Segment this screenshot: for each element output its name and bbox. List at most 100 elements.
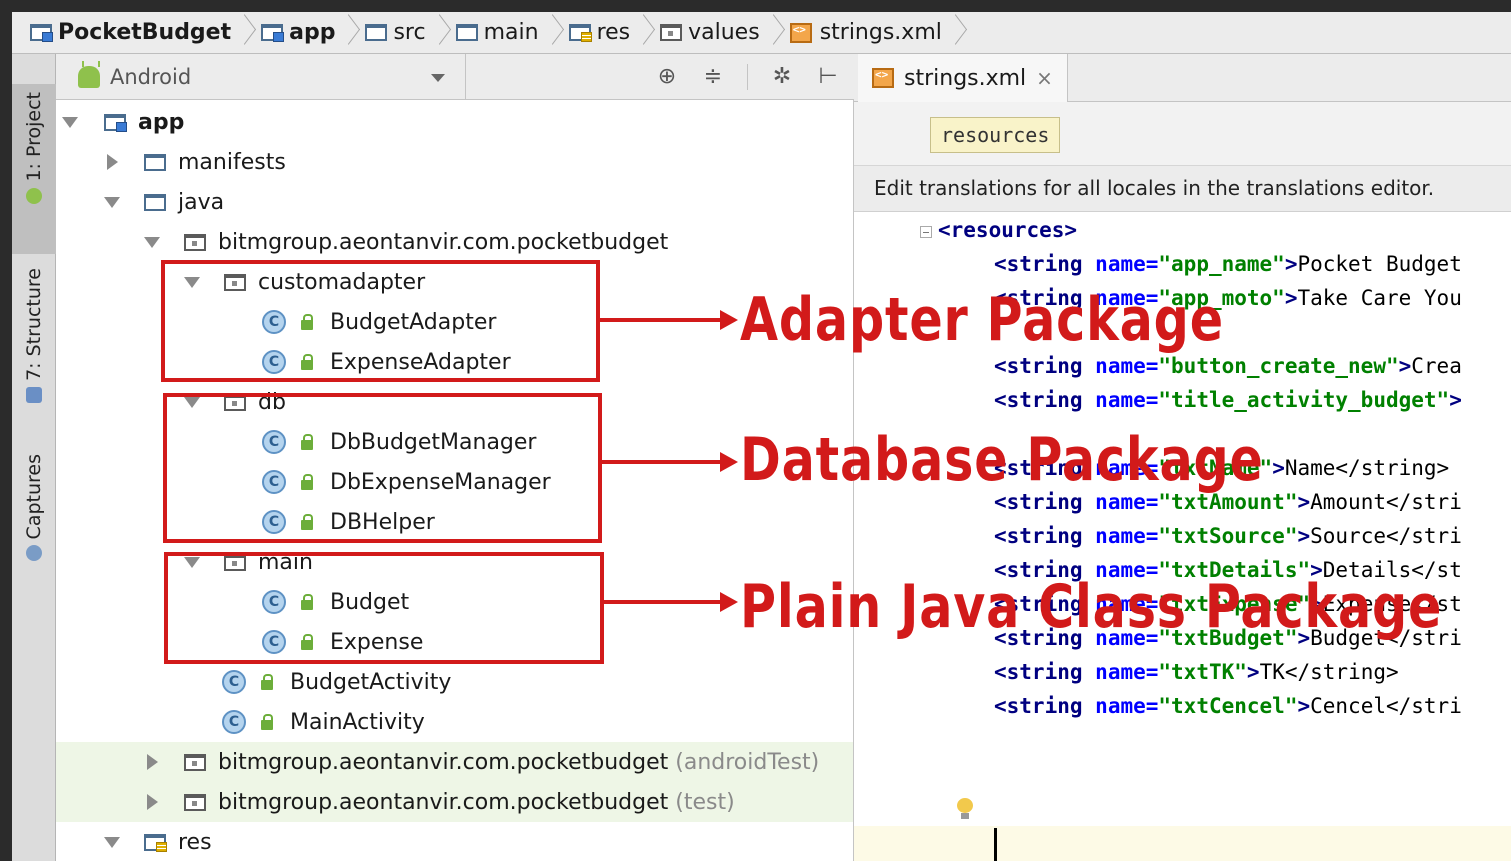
breadcrumb-label: src xyxy=(393,20,426,45)
project-view-select[interactable]: Android xyxy=(56,53,466,100)
notice-text: Edit translations for all locales in the… xyxy=(874,176,1435,200)
breadcrumb-label: values xyxy=(688,20,760,45)
expand-arrow-icon[interactable] xyxy=(104,834,120,850)
android-icon xyxy=(78,60,100,88)
tree-node-androidtest-package[interactable]: bitmgroup.aeontanvir.com.pocketbudget (a… xyxy=(56,742,853,782)
breadcrumb-res[interactable]: res xyxy=(568,12,639,53)
close-icon[interactable]: × xyxy=(1036,66,1053,90)
tree-node-java[interactable]: java xyxy=(56,182,853,222)
plain-java-package-label: Plain Java Class Package xyxy=(740,572,1443,642)
tab-project[interactable]: 1: Project xyxy=(12,84,56,254)
expand-arrow-icon[interactable] xyxy=(144,234,160,250)
code-line: <string name="button_create_new">Crea xyxy=(994,354,1462,378)
tab-strings-xml[interactable]: strings.xml × xyxy=(858,54,1068,102)
current-line-highlight xyxy=(854,826,1511,861)
xml-attribute: name= xyxy=(1095,252,1159,276)
xml-tag: > xyxy=(1272,456,1285,480)
xml-text: TK</string> xyxy=(1259,660,1399,684)
tree-node-label: bitmgroup.aeontanvir.com.pocketbudget (a… xyxy=(218,750,819,775)
code-line: <string name="txtTK">TK</string> xyxy=(994,660,1399,684)
tree-node-label: bitmgroup.aeontanvir.com.pocketbudget xyxy=(218,229,669,255)
collapse-all-icon[interactable]: ≑ xyxy=(701,64,725,89)
tab-structure-label: 7: Structure xyxy=(23,268,45,381)
xml-text: Crea xyxy=(1411,354,1462,378)
breadcrumb-label: PocketBudget xyxy=(58,20,232,45)
project-view-label: Android xyxy=(110,64,192,89)
breadcrumb-app[interactable]: app xyxy=(261,12,343,53)
tree-node-label: manifests xyxy=(178,149,286,175)
xml-attribute: name= xyxy=(1095,660,1159,684)
fold-toggle-icon[interactable] xyxy=(920,226,932,238)
breadcrumb-main[interactable]: main xyxy=(455,12,547,53)
xml-text: Source</stri xyxy=(1310,524,1462,548)
folder-icon xyxy=(365,24,388,41)
lock-icon xyxy=(260,673,274,691)
tree-node-label: res xyxy=(178,829,212,855)
navigation-bar: PocketBudget app src main res values str… xyxy=(12,12,1511,54)
class-icon: C xyxy=(222,710,246,734)
text-caret xyxy=(994,828,997,861)
tree-node-res[interactable]: res xyxy=(56,822,853,861)
window-frame-top xyxy=(0,0,1511,12)
tree-node-budgetactivity[interactable]: C BudgetActivity xyxy=(56,662,853,702)
xml-attribute: name= xyxy=(1095,354,1159,378)
folder-icon xyxy=(144,153,166,171)
hide-panel-icon[interactable]: ⊢ xyxy=(816,64,840,89)
tree-node-manifests[interactable]: manifests xyxy=(56,142,853,182)
editor-breadcrumb-bar: resources xyxy=(854,102,1511,166)
tab-structure[interactable]: 7: Structure xyxy=(12,262,56,412)
adapter-arrow xyxy=(600,310,738,330)
package-name: bitmgroup.aeontanvir.com.pocketbudget xyxy=(218,749,669,775)
tab-captures[interactable]: Captures xyxy=(12,450,56,570)
xml-tag: <resources> xyxy=(938,218,1078,242)
package-icon xyxy=(184,753,206,771)
xml-attribute-value: "txtCencel" xyxy=(1158,694,1298,718)
collapsed-arrow-icon[interactable] xyxy=(144,754,160,770)
collapsed-arrow-icon[interactable] xyxy=(104,154,120,170)
breadcrumb-values[interactable]: values xyxy=(660,12,768,53)
breadcrumb-project[interactable]: PocketBudget xyxy=(30,12,239,53)
expand-arrow-icon[interactable] xyxy=(62,114,78,130)
tree-node-package[interactable]: bitmgroup.aeontanvir.com.pocketbudget xyxy=(56,222,853,262)
xml-tag: > xyxy=(1246,660,1260,684)
code-line: <string name="title_activity_budget"> xyxy=(994,388,1462,412)
xml-attribute-value: "txtSource" xyxy=(1158,524,1298,548)
lightbulb-icon[interactable] xyxy=(956,798,974,820)
xml-tag: <string xyxy=(994,660,1083,684)
xml-tag: <string xyxy=(994,388,1083,412)
android-icon xyxy=(26,187,42,204)
xml-tag: <string xyxy=(994,354,1083,378)
xml-attribute-value: "title_activity_budget" xyxy=(1158,388,1450,412)
tree-node-test-package[interactable]: bitmgroup.aeontanvir.com.pocketbudget (t… xyxy=(56,782,853,822)
xml-tag: <string xyxy=(994,252,1083,276)
xml-file-icon xyxy=(872,68,894,88)
breadcrumb-separator xyxy=(638,12,652,53)
adapter-package-label: Adapter Package xyxy=(740,285,1224,355)
package-icon xyxy=(184,793,206,811)
xml-tag: > xyxy=(1449,388,1462,412)
tree-node-mainactivity[interactable]: C MainActivity xyxy=(56,702,853,742)
plain-java-package-box xyxy=(164,552,604,664)
tree-node-label: bitmgroup.aeontanvir.com.pocketbudget (t… xyxy=(218,790,735,815)
translations-notice[interactable]: Edit translations for all locales in the… xyxy=(854,166,1511,212)
breadcrumb-label: main xyxy=(483,20,539,45)
tree-node-label: BudgetActivity xyxy=(290,669,452,695)
expand-arrow-icon[interactable] xyxy=(104,194,120,210)
tab-label: strings.xml xyxy=(904,65,1027,91)
chevron-down-icon xyxy=(431,73,445,82)
crosshair-icon[interactable]: ⊕ xyxy=(655,64,679,89)
xml-tag: > xyxy=(1284,252,1298,276)
gear-icon[interactable]: ✲ xyxy=(770,64,794,89)
breadcrumb-strings-xml[interactable]: strings.xml xyxy=(789,12,950,53)
module-folder-icon xyxy=(30,24,53,42)
package-name: bitmgroup.aeontanvir.com.pocketbudget xyxy=(218,789,669,815)
tree-node-label: java xyxy=(178,189,225,215)
collapsed-arrow-icon[interactable] xyxy=(144,794,160,810)
xml-tag-breadcrumb[interactable]: resources xyxy=(930,117,1061,153)
plain-java-arrow xyxy=(604,592,738,612)
tree-node-app[interactable]: app xyxy=(56,102,853,142)
breadcrumb-src[interactable]: src xyxy=(365,12,433,53)
xml-tag: <string xyxy=(994,694,1083,718)
